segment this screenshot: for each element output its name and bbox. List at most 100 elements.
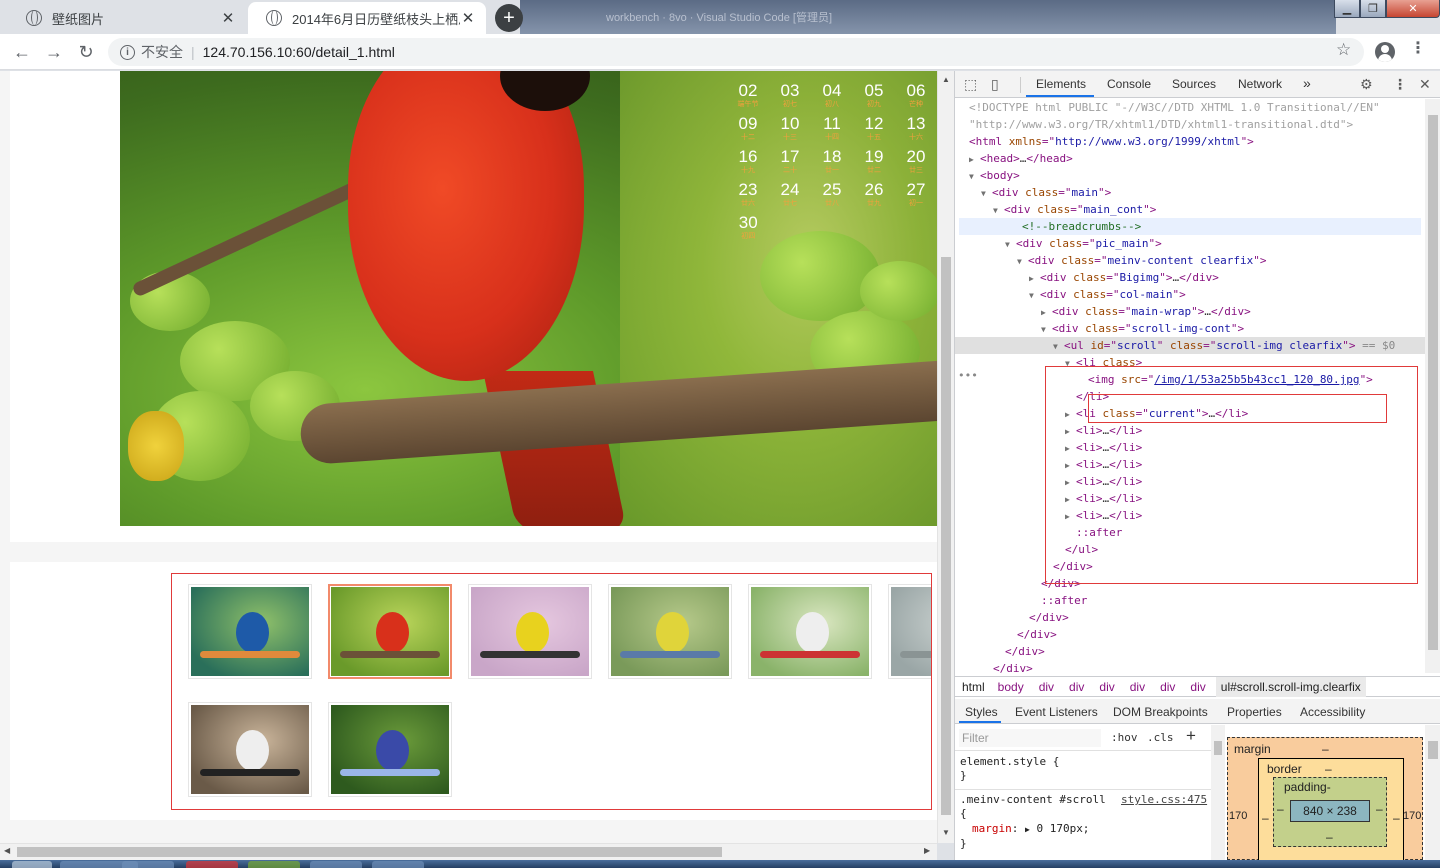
dom-node[interactable]: </div> <box>955 626 1425 643</box>
dom-node[interactable]: ▼ <div class="pic_main"> <box>955 235 1425 252</box>
dom-node[interactable]: ▶ <head>…</head> <box>955 150 1425 167</box>
box-model-border[interactable]: border – – – padding- – – – 840 × 238 <box>1258 758 1404 861</box>
dom-node[interactable]: ▼ <body> <box>955 167 1425 184</box>
profile-avatar-icon[interactable] <box>1375 42 1395 62</box>
thumbnail-warbler[interactable] <box>608 584 732 679</box>
tab-properties[interactable]: Properties <box>1227 705 1282 719</box>
dom-node[interactable]: ::after <box>955 592 1425 609</box>
dom-tree-scrollbar[interactable] <box>1425 99 1440 673</box>
dom-node[interactable]: <html xmlns="http://www.w3.org/1999/xhtm… <box>955 133 1425 150</box>
scroll-up-icon[interactable]: ▲ <box>942 75 950 84</box>
margin-left-value[interactable]: 170 <box>1229 810 1247 822</box>
styles-filter-input[interactable]: Filter <box>959 729 1101 747</box>
tab-styles[interactable]: Styles <box>965 705 998 719</box>
css-property-value[interactable]: 0 170px; <box>1036 822 1089 835</box>
dom-node[interactable]: "http://www.w3.org/TR/xhtml1/DTD/xhtml1-… <box>955 116 1425 133</box>
css-property-name[interactable]: margin <box>972 822 1012 835</box>
dom-node[interactable]: <!--breadcrumbs--> <box>959 218 1421 235</box>
hov-toggle[interactable]: :hov <box>1111 731 1138 744</box>
breadcrumb-item[interactable]: div <box>1039 680 1054 694</box>
minimize-button[interactable]: ▁ <box>1334 0 1360 18</box>
breadcrumb-item[interactable]: div <box>1160 680 1175 694</box>
thumbnail-cardinal[interactable] <box>328 584 452 679</box>
dom-node[interactable]: ▶ <div class="Bigimg">…</div> <box>955 269 1425 286</box>
more-menu-icon[interactable]: ⋮ <box>1410 41 1426 57</box>
dom-node[interactable]: ▼ <div class="col-main"> <box>955 286 1425 303</box>
dom-node[interactable]: ▼ <div class="scroll-img-cont"> <box>955 320 1425 337</box>
dom-node[interactable]: ▼ <div class="meinv-content clearfix"> <box>955 252 1425 269</box>
device-toolbar-icon[interactable]: ▯ <box>991 76 999 93</box>
forward-button[interactable]: → <box>42 40 66 64</box>
dom-node-selected[interactable]: ▼ <ul id="scroll" class="scroll-img clear… <box>955 337 1425 354</box>
tab-dom-breakpoints[interactable]: DOM Breakpoints <box>1113 705 1208 719</box>
cls-toggle[interactable]: .cls <box>1147 731 1174 744</box>
bookmark-star-icon[interactable]: ☆ <box>1336 40 1351 60</box>
scroll-right-icon[interactable]: ▶ <box>924 846 930 855</box>
thumbnail-grosbeak[interactable] <box>468 584 592 679</box>
inspect-element-icon[interactable]: ⬚ <box>964 76 977 93</box>
new-tab-button[interactable]: + <box>495 4 523 32</box>
breadcrumb-item[interactable]: div <box>1190 680 1205 694</box>
breadcrumb-item[interactable]: div <box>1069 680 1084 694</box>
tab-accessibility[interactable]: Accessibility <box>1300 705 1365 719</box>
dom-node[interactable]: </div> <box>955 643 1425 660</box>
dom-node[interactable]: ▼ <div class="main"> <box>955 184 1425 201</box>
element-style-selector[interactable]: element.style { <box>960 755 1059 768</box>
margin-right-value[interactable]: 170 <box>1403 810 1421 822</box>
scroll-down-icon[interactable]: ▼ <box>942 828 950 837</box>
tab-console[interactable]: Console <box>1107 77 1151 91</box>
thumbnail-hummingbird[interactable] <box>328 702 452 797</box>
tab-network[interactable]: Network <box>1238 77 1282 91</box>
breadcrumb-item[interactable]: div <box>1099 680 1114 694</box>
start-button[interactable] <box>12 861 52 868</box>
rule-source-link[interactable]: style.css:475 <box>1121 793 1207 806</box>
taskbar-item[interactable] <box>372 861 424 868</box>
expand-triangle-icon[interactable]: ▶ <box>1025 825 1030 834</box>
page-horizontal-scrollbar[interactable]: ◀ ▶ <box>0 843 937 860</box>
more-tabs-icon[interactable]: » <box>1303 75 1311 91</box>
close-devtools-icon[interactable]: ✕ <box>1419 76 1431 93</box>
thumbnail-mist[interactable] <box>888 584 931 679</box>
address-bar[interactable]: i 不安全 | 124.70.156.10:60/detail_1.html <box>108 38 1364 66</box>
more-menu-icon[interactable]: ⋮ <box>1393 76 1407 93</box>
thumbnail-chickadee-blossom[interactable] <box>748 584 872 679</box>
styles-scrollbar[interactable] <box>1211 725 1225 860</box>
taskbar-item[interactable] <box>310 861 362 868</box>
close-tab-icon[interactable]: ✕ <box>220 9 236 27</box>
gear-icon[interactable]: ⚙ <box>1360 76 1373 93</box>
tab-sources[interactable]: Sources <box>1172 77 1216 91</box>
box-model-content-size[interactable]: 840 × 238 <box>1290 800 1370 822</box>
tab-event-listeners[interactable]: Event Listeners <box>1015 705 1098 719</box>
browser-tab-detail[interactable]: 2014年6月日历壁纸枝头上栖息的 ✕ <box>248 2 486 34</box>
breadcrumb-item[interactable]: ul#scroll.scroll-img.clearfix <box>1215 676 1366 697</box>
browser-tab-wallpapers[interactable]: 壁纸图片 ✕ <box>8 2 246 34</box>
dom-node[interactable]: ▼ <div class="main_cont"> <box>955 201 1425 218</box>
breadcrumb-item[interactable]: div <box>1130 680 1145 694</box>
box-model-scrollbar[interactable] <box>1425 725 1440 860</box>
add-rule-icon[interactable]: + <box>1186 726 1196 746</box>
dom-node[interactable]: </div> <box>955 609 1425 626</box>
close-window-button[interactable]: ✕ <box>1386 0 1440 18</box>
reload-button[interactable]: ↻ <box>74 40 98 64</box>
dom-node[interactable]: </div> <box>955 660 1425 673</box>
taskbar-item[interactable] <box>186 861 238 868</box>
maximize-button[interactable]: ❐ <box>1360 0 1386 18</box>
info-icon[interactable]: i <box>120 44 135 60</box>
thumbnail-kingfisher[interactable] <box>188 584 312 679</box>
box-model-margin[interactable]: margin – 170 170 border – – – padding- –… <box>1227 737 1423 861</box>
breadcrumb-item[interactable]: html <box>962 680 985 694</box>
dom-node[interactable]: <!DOCTYPE html PUBLIC "-//W3C//DTD XHTML… <box>955 99 1425 116</box>
page-vertical-scrollbar[interactable]: ▲ ▼ <box>937 71 954 843</box>
css-declaration[interactable]: margin: ▶ 0 170px; <box>972 822 1089 835</box>
back-button[interactable]: ← <box>10 40 34 64</box>
taskbar-item[interactable] <box>248 861 300 868</box>
box-model-padding[interactable]: padding- – – – 840 × 238 <box>1273 777 1387 847</box>
dom-node[interactable]: ▶ <div class="main-wrap">…</div> <box>955 303 1425 320</box>
breadcrumb-item[interactable]: body <box>998 680 1024 694</box>
close-tab-icon[interactable]: ✕ <box>460 9 476 27</box>
node-actions-icon[interactable]: ••• <box>958 369 978 382</box>
tab-elements[interactable]: Elements <box>1036 77 1086 91</box>
taskbar-item[interactable] <box>122 861 174 868</box>
rule-selector[interactable]: .meinv-content #scroll <box>960 793 1106 806</box>
scroll-left-icon[interactable]: ◀ <box>4 846 10 855</box>
